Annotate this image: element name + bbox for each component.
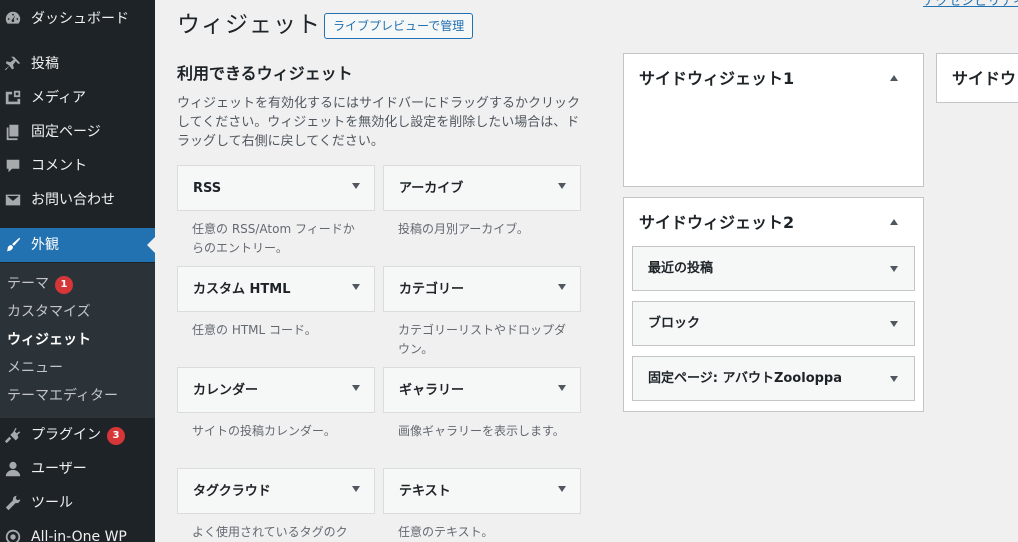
menu-dashboard[interactable]: ダッシュボード bbox=[0, 2, 155, 36]
widget-title: カレンダー bbox=[193, 383, 259, 398]
menu-comments[interactable]: コメント bbox=[0, 149, 155, 183]
menu-appearance-label: 外観 bbox=[31, 237, 59, 253]
available-widgets-description: ウィジェットを有効化するにはサイドバーにドラッグするかクリックしてください。ウィ… bbox=[177, 96, 581, 149]
brush-icon bbox=[6, 237, 21, 252]
live-preview-button[interactable]: ライブプレビューで管理 bbox=[324, 13, 474, 39]
chevron-down-icon[interactable] bbox=[890, 376, 898, 382]
menu-posts[interactable]: 投稿 bbox=[0, 47, 155, 81]
admin-sidebar: ダッシュボード 投稿 メディア 固定ページ コメント お問い合わせ 外観 テーマ… bbox=[0, 0, 155, 542]
sidebar-widget-page[interactable]: 固定ページ: アバウトZooloppa bbox=[632, 356, 915, 401]
widget-text[interactable]: テキスト bbox=[383, 468, 581, 514]
widget-description: 画像ギャラリーを表示します。 bbox=[398, 424, 565, 438]
chevron-up-icon[interactable] bbox=[890, 219, 898, 225]
available-widgets-title: 利用できるウィジェット bbox=[177, 64, 353, 83]
sidebar-area-1[interactable]: サイドウィジェット1 bbox=[623, 53, 924, 187]
menu-pages[interactable]: 固定ページ bbox=[0, 115, 155, 149]
menu-users-label: ユーザー bbox=[31, 461, 87, 477]
chevron-down-icon[interactable] bbox=[558, 385, 566, 391]
widget-tag-cloud[interactable]: タグクラウド bbox=[177, 468, 375, 514]
widget-archives[interactable]: アーカイブ bbox=[383, 165, 581, 211]
widget-title: 固定ページ: アバウトZooloppa bbox=[648, 371, 843, 386]
chevron-down-icon[interactable] bbox=[352, 385, 360, 391]
user-icon bbox=[5, 461, 21, 477]
widget-calendar[interactable]: カレンダー bbox=[177, 367, 375, 413]
chevron-down-icon[interactable] bbox=[890, 321, 898, 327]
sidebar-area-title: サイドウィジェット2 bbox=[639, 213, 795, 232]
sidebar-area-2[interactable]: サイドウィジェット2 最近の投稿 ブロック 固定ページ: アバウトZoolopp… bbox=[623, 197, 924, 412]
menu-pages-label: 固定ページ bbox=[31, 124, 101, 140]
migration-icon bbox=[5, 529, 21, 542]
sidebar-area-title: サイドウィジェット1 bbox=[639, 69, 795, 88]
widget-rss[interactable]: RSS bbox=[177, 165, 375, 211]
submenu-theme-editor[interactable]: テーマエディター bbox=[7, 387, 118, 405]
widget-title: タグクラウド bbox=[193, 484, 271, 499]
chevron-down-icon[interactable] bbox=[558, 486, 566, 492]
menu-plugins[interactable]: プラグイン 3 bbox=[0, 418, 155, 452]
widget-description: 投稿の月別アーカイブ。 bbox=[398, 222, 529, 236]
sidebar-widget-block[interactable]: ブロック bbox=[632, 301, 915, 346]
current-menu-arrow bbox=[147, 237, 155, 253]
comment-icon bbox=[6, 159, 20, 173]
widget-title: アーカイブ bbox=[399, 181, 464, 196]
submenu-themes-label: テーマ bbox=[7, 276, 49, 292]
pin-icon bbox=[4, 56, 21, 71]
widget-title: カスタム HTML bbox=[193, 282, 291, 297]
submenu-customize[interactable]: カスタマイズ bbox=[7, 303, 91, 321]
accessibility-mode-link[interactable]: アクセシビリティ bbox=[923, 0, 1018, 10]
chevron-down-icon[interactable] bbox=[890, 266, 898, 272]
chevron-down-icon[interactable] bbox=[558, 284, 566, 290]
menu-plugins-label: プラグイン bbox=[31, 427, 101, 443]
menu-media[interactable]: メディア bbox=[0, 81, 155, 115]
menu-tools-label: ツール bbox=[31, 495, 73, 511]
sidebar-area-3[interactable]: サイドウ bbox=[936, 53, 1018, 103]
chevron-down-icon[interactable] bbox=[352, 284, 360, 290]
menu-media-label: メディア bbox=[31, 90, 87, 106]
sidebar-area-title: サイドウ bbox=[952, 69, 1017, 88]
widget-title: RSS bbox=[193, 181, 222, 196]
menu-all-in-one-wp[interactable]: All-in-One WP bbox=[0, 520, 155, 542]
widget-title: ブロック bbox=[648, 316, 701, 331]
widget-gallery[interactable]: ギャラリー bbox=[383, 367, 581, 413]
widget-description: よく使用されているタグのク bbox=[192, 525, 348, 539]
page-title: ウィジェット bbox=[177, 12, 321, 38]
appearance-submenu: テーマ 1 カスタマイズ ウィジェット メニュー テーマエディター bbox=[0, 263, 155, 418]
dashboard-icon bbox=[5, 11, 21, 24]
widget-categories[interactable]: カテゴリー bbox=[383, 266, 581, 312]
widget-description: 任意のテキスト。 bbox=[398, 525, 494, 539]
mail-icon bbox=[5, 194, 21, 206]
menu-dashboard-label: ダッシュボード bbox=[31, 11, 129, 27]
widget-title: カテゴリー bbox=[399, 282, 465, 297]
menu-comments-label: コメント bbox=[31, 158, 87, 174]
widget-description: サイトの投稿カレンダー。 bbox=[192, 424, 336, 438]
widget-custom-html[interactable]: カスタム HTML bbox=[177, 266, 375, 312]
wrench-icon bbox=[5, 495, 21, 511]
chevron-up-icon[interactable] bbox=[890, 75, 898, 81]
widget-title: ギャラリー bbox=[399, 383, 465, 398]
chevron-down-icon[interactable] bbox=[352, 486, 360, 492]
menu-contact[interactable]: お問い合わせ bbox=[0, 183, 155, 217]
sidebar-widget-recent-posts[interactable]: 最近の投稿 bbox=[632, 246, 915, 291]
submenu-widgets[interactable]: ウィジェット bbox=[7, 331, 91, 349]
widget-title: テキスト bbox=[399, 484, 451, 499]
widget-description: 任意の RSS/Atom フィードからのエントリー。 bbox=[192, 222, 355, 255]
widget-description: 任意の HTML コード。 bbox=[192, 323, 317, 337]
submenu-themes[interactable]: テーマ 1 bbox=[7, 275, 73, 294]
menu-contact-label: お問い合わせ bbox=[31, 192, 115, 208]
menu-all-in-one-wp-label: All-in-One WP bbox=[31, 529, 127, 542]
media-icon bbox=[5, 90, 21, 105]
update-count-badge: 1 bbox=[55, 276, 73, 294]
menu-users[interactable]: ユーザー bbox=[0, 452, 155, 486]
menu-posts-label: 投稿 bbox=[31, 56, 59, 72]
menu-tools[interactable]: ツール bbox=[0, 486, 155, 520]
submenu-menus[interactable]: メニュー bbox=[7, 359, 63, 377]
chevron-down-icon[interactable] bbox=[352, 183, 360, 189]
chevron-down-icon[interactable] bbox=[558, 183, 566, 189]
widget-title: 最近の投稿 bbox=[648, 261, 714, 276]
widget-description: カテゴリーリストやドロップダウン。 bbox=[398, 323, 567, 356]
plugin-icon bbox=[4, 427, 21, 444]
page-icon bbox=[6, 124, 19, 141]
menu-appearance[interactable]: 外観 bbox=[0, 228, 155, 262]
plugin-update-badge: 3 bbox=[107, 427, 125, 445]
